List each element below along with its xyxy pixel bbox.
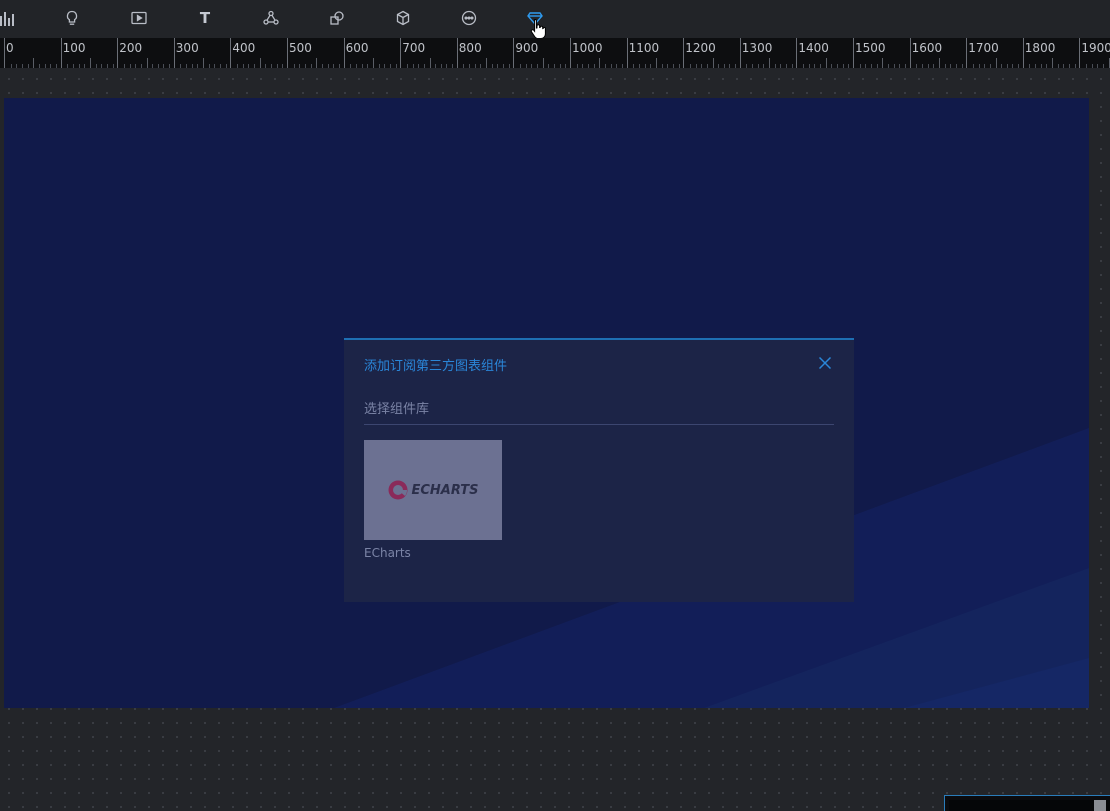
ruler-major-tick [343, 38, 345, 68]
ruler-label: 1100 [628, 41, 660, 55]
ruler-minor-tick [486, 58, 488, 68]
ruler-major-tick [1022, 38, 1024, 68]
text-icon[interactable]: T [194, 7, 216, 29]
horizontal-ruler: 0 100 200 300 400 500 600 700 800 900 1000 1100 1200… [0, 38, 1110, 68]
ruler-label: 1500 [855, 41, 886, 55]
ruler-label: 1600 [911, 41, 943, 55]
ruler-label: 900 [515, 41, 539, 55]
minimap-viewport [949, 800, 1110, 811]
ruler-major-tick [230, 38, 232, 68]
ruler-label: 1000 [572, 41, 603, 55]
ruler-minor-tick [995, 58, 997, 68]
ruler-major-tick [513, 38, 515, 68]
ruler-major-tick [1079, 38, 1081, 68]
ruler-major-tick [173, 38, 175, 68]
divider [364, 424, 834, 425]
ruler-minor-tick [316, 58, 318, 68]
ruler-label: 0 [6, 41, 14, 55]
ruler-minor-tick [938, 58, 940, 68]
ruler-minor-tick [203, 58, 205, 68]
ruler-label: 1700 [968, 41, 999, 55]
ruler-label: 600 [345, 41, 369, 55]
ruler-minor-tick [89, 58, 91, 68]
echarts-logo-text: ECHARTS [411, 482, 479, 498]
ruler-minor-tick [655, 58, 657, 68]
relation-graph-icon[interactable] [260, 7, 282, 29]
section-label: 选择组件库 [364, 402, 430, 417]
echarts-logo: ECHARTS [387, 479, 479, 501]
ruler-major-tick [570, 38, 571, 68]
ruler-label: 500 [289, 41, 312, 55]
third-party-chart-dialog: 添加订阅第三方图表组件 选择组件库 ECHARTS ECharts [344, 338, 854, 602]
ruler-minor-tick [825, 58, 827, 68]
ruler-major-tick [456, 38, 458, 68]
cube-3d-icon[interactable] [392, 7, 414, 29]
shapes-icon[interactable] [326, 7, 348, 29]
library-name[interactable]: ECharts [364, 546, 411, 560]
ruler-major-tick [117, 38, 119, 68]
ruler-label: 700 [402, 41, 426, 55]
ruler-major-tick [626, 38, 628, 68]
ruler-minor-tick [429, 58, 431, 68]
ruler-label: 1300 [741, 41, 773, 55]
hand-cursor-icon [530, 18, 546, 39]
ruler-minor-tick [599, 58, 601, 68]
ruler-major-tick [60, 38, 62, 68]
ruler-label: 1400 [798, 41, 829, 55]
ruler-minor-tick [259, 58, 261, 68]
ruler-label: 800 [458, 41, 482, 55]
ruler-minor-tick [372, 58, 374, 68]
ruler-major-tick [4, 38, 5, 68]
echarts-logo-icon [388, 480, 408, 500]
ruler-minor-tick [33, 58, 35, 68]
close-icon[interactable] [818, 355, 834, 371]
ruler-label: 400 [232, 41, 256, 55]
ruler-label: 1800 [1024, 41, 1056, 55]
ruler-label: 1900 [1081, 41, 1110, 55]
ruler-major-tick [796, 38, 798, 68]
minimap[interactable] [944, 795, 1110, 811]
top-toolbar: T [0, 0, 1110, 39]
ruler-minor-tick [1052, 58, 1054, 68]
ruler-label: 200 [119, 41, 143, 55]
ruler-minor-tick [146, 58, 148, 68]
ruler-major-tick [400, 38, 402, 68]
bar-chart-icon[interactable] [0, 7, 18, 29]
library-card-echarts[interactable]: ECHARTS [364, 440, 502, 540]
minimap-scroll-handle[interactable] [1094, 800, 1106, 811]
ruler-minor-tick [542, 58, 544, 68]
ruler-label: 300 [175, 41, 199, 55]
lightbulb-icon[interactable] [61, 7, 83, 29]
ruler-label: 100 [62, 41, 86, 55]
ruler-minor-tick [882, 58, 884, 68]
ruler-label: 1200 [685, 41, 716, 55]
more-icon[interactable] [458, 7, 480, 29]
ruler-major-tick [683, 38, 685, 68]
play-media-icon[interactable] [128, 7, 150, 29]
ruler-minor-tick [769, 58, 771, 68]
ruler-major-tick [909, 38, 911, 68]
ruler-major-tick [739, 38, 741, 68]
ruler-minor-tick [712, 58, 714, 68]
ruler-major-tick [966, 38, 968, 68]
ruler-major-tick [287, 38, 288, 68]
dialog-title: 添加订阅第三方图表组件 [364, 359, 508, 374]
ruler-major-tick [853, 38, 854, 68]
